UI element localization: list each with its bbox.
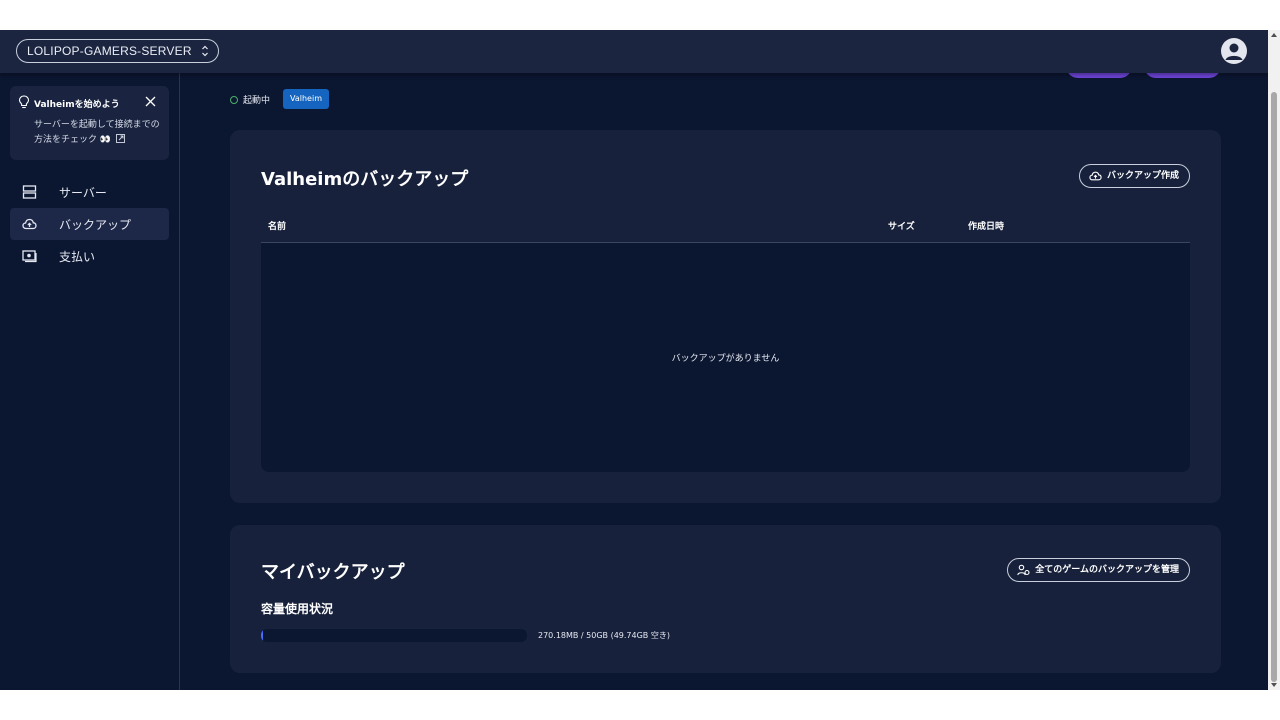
top-bar: LOLIPOP-GAMERS-SERVER: [0, 30, 1268, 73]
getting-started-card: Valheimを始めよう サーバーを起動して接続までの方法をチェック 👀: [10, 86, 169, 160]
create-backup-button[interactable]: バックアップ作成: [1078, 164, 1190, 188]
tip-body: サーバーを起動して接続までの方法をチェック 👀: [34, 118, 164, 148]
column-header-size[interactable]: サイズ: [888, 219, 915, 232]
column-header-created[interactable]: 作成日時: [968, 219, 1004, 232]
sidebar-item-server[interactable]: サーバー: [10, 176, 169, 208]
empty-message: バックアップがありません: [671, 354, 780, 364]
server-icon: [22, 185, 37, 199]
app-window: LOLIPOP-GAMERS-SERVER Valheimを始めよう サーバーを…: [0, 30, 1268, 690]
server-selector[interactable]: LOLIPOP-GAMERS-SERVER: [16, 39, 219, 63]
external-link-icon[interactable]: [116, 134, 125, 143]
tip-text: サーバーを起動して接続までの方法をチェック: [34, 120, 160, 145]
column-header-name[interactable]: 名前: [268, 219, 286, 232]
usage-label: 容量使用状況: [261, 602, 334, 616]
storage-usage-bar: [261, 629, 527, 642]
table-header: 名前 サイズ 作成日時: [261, 212, 1190, 243]
scroll-thumb[interactable]: [1271, 92, 1277, 682]
sidebar-item-backup[interactable]: バックアップ: [10, 208, 169, 240]
card-title: Valheimのバックアップ: [261, 169, 469, 190]
chevron-updown-icon: [201, 45, 208, 57]
manage-users-icon: [1017, 564, 1030, 576]
sidebar-item-label: バックアップ: [59, 218, 132, 232]
table-body: バックアップがありません: [261, 243, 1190, 472]
tip-title: Valheimを始めよう: [34, 100, 120, 110]
user-avatar-icon[interactable]: [1221, 38, 1247, 64]
server-name: LOLIPOP-GAMERS-SERVER: [27, 44, 192, 58]
sidebar-item-label: 支払い: [59, 250, 96, 264]
game-backups-card: Valheimのバックアップ バックアップ作成 名前 サイズ 作成日時 バックア…: [230, 130, 1221, 503]
manage-all-backups-label: 全てのゲームのバックアップを管理: [1035, 565, 1179, 575]
payment-icon: [22, 250, 37, 263]
page-scrollbar[interactable]: [1268, 30, 1280, 690]
sidebar-item-payment[interactable]: 支払い: [10, 240, 169, 272]
scroll-down-arrow[interactable]: [1271, 683, 1277, 687]
cloud-upload-icon: [22, 218, 37, 230]
status-dot: [230, 96, 238, 104]
cloud-upload-icon: [1089, 171, 1102, 181]
lightbulb-icon: [18, 95, 30, 109]
storage-usage-fill: [261, 629, 263, 642]
sidebar-item-label: サーバー: [59, 186, 107, 200]
status-text: 起動中: [243, 96, 271, 106]
manage-all-backups-button[interactable]: 全てのゲームのバックアップを管理: [1007, 558, 1190, 582]
usage-text: 270.18MB / 50GB (49.74GB 空き): [538, 631, 670, 640]
sidebar-nav: サーバー バックアップ 支払い: [10, 176, 169, 272]
close-icon[interactable]: [145, 96, 156, 107]
my-backups-card: マイバックアップ 全てのゲームのバックアップを管理 容量使用状況 270.18M…: [230, 525, 1221, 673]
scroll-up-arrow[interactable]: [1271, 33, 1277, 37]
game-badge: Valheim: [283, 89, 329, 109]
create-backup-label: バックアップ作成: [1106, 171, 1179, 181]
card-title: マイバックアップ: [261, 562, 405, 583]
sidebar: Valheimを始めよう サーバーを起動して接続までの方法をチェック 👀 サーバ: [0, 73, 180, 690]
eyes-emoji: 👀: [99, 135, 112, 145]
